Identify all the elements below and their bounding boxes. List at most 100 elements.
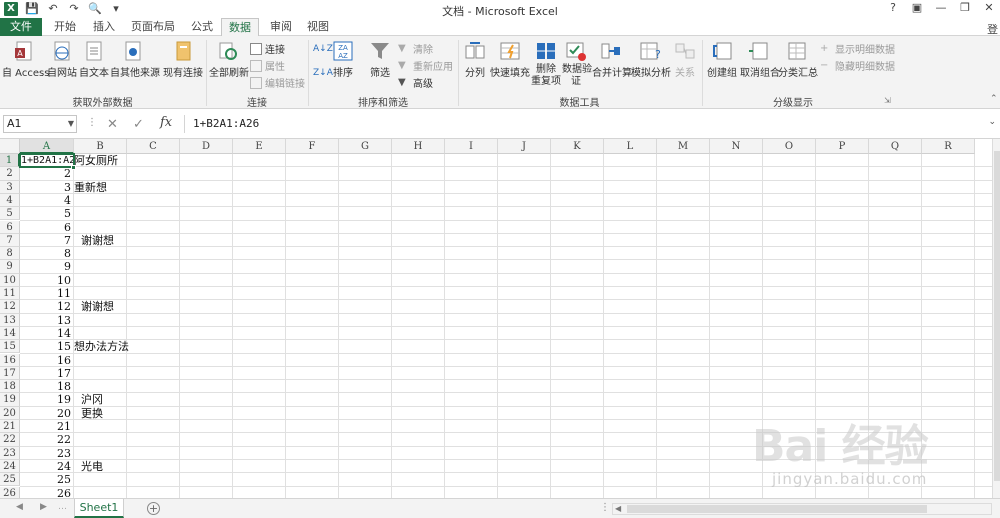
column-header-c[interactable]: C bbox=[127, 139, 180, 154]
close-icon[interactable]: ✕ bbox=[982, 1, 996, 14]
formula-input[interactable]: 1+B2A1:A26 bbox=[184, 115, 988, 133]
column-header-o[interactable]: O bbox=[763, 139, 816, 154]
cell-a22[interactable]: 22 bbox=[20, 433, 73, 446]
row-header-6[interactable]: 6 bbox=[0, 220, 20, 234]
row-header-9[interactable]: 9 bbox=[0, 260, 20, 274]
row-header-17[interactable]: 17 bbox=[0, 366, 20, 381]
column-header-f[interactable]: F bbox=[286, 139, 339, 154]
row-header-4[interactable]: 4 bbox=[0, 193, 20, 208]
cell-a24[interactable]: 24 bbox=[20, 460, 73, 473]
cell-a26[interactable]: 26 bbox=[20, 487, 73, 499]
cell-a1[interactable]: 1+B2A1:A26 bbox=[21, 155, 73, 167]
from-web-button[interactable]: 自网站 bbox=[47, 40, 77, 79]
row-header-26[interactable]: 26 bbox=[0, 486, 20, 498]
confirm-entry-icon[interactable]: ✓ bbox=[133, 117, 144, 132]
scroll-left-icon[interactable]: ◀ bbox=[615, 504, 621, 513]
subtotal-button[interactable]: 分类汇总 bbox=[778, 40, 818, 79]
cell-a6[interactable]: 6 bbox=[20, 221, 73, 234]
what-if-analysis-button[interactable]: ? 模拟分析 bbox=[631, 40, 671, 79]
row-header-19[interactable]: 19 bbox=[0, 393, 20, 407]
select-all-corner[interactable] bbox=[0, 139, 20, 154]
reapply-button[interactable]: ▼ 重新应用 bbox=[398, 58, 453, 74]
cell-b12[interactable]: 谢谢想 bbox=[74, 300, 114, 313]
row-header-25[interactable]: 25 bbox=[0, 473, 20, 487]
edit-links-button[interactable]: 编辑链接 bbox=[250, 75, 305, 90]
advanced-filter-button[interactable]: ▼ 高级 bbox=[398, 75, 433, 91]
cell-b24[interactable]: 光电 bbox=[74, 460, 103, 473]
hide-detail-button[interactable]: − 隐藏明细数据 bbox=[820, 58, 895, 74]
row-header-23[interactable]: 23 bbox=[0, 446, 20, 460]
cell-a25[interactable]: 25 bbox=[20, 473, 73, 486]
show-detail-button[interactable]: + 显示明细数据 bbox=[820, 41, 895, 57]
from-other-sources-button[interactable]: 自其他来源 bbox=[110, 40, 160, 79]
row-header-18[interactable]: 18 bbox=[0, 380, 20, 394]
column-header-l[interactable]: L bbox=[604, 139, 657, 154]
row-header-5[interactable]: 5 bbox=[0, 207, 20, 221]
tab-formulas[interactable]: 公式 bbox=[184, 18, 220, 36]
row-header-20[interactable]: 20 bbox=[0, 406, 20, 420]
remove-duplicates-button[interactable]: 删除 重复项 bbox=[531, 40, 561, 88]
row-header-7[interactable]: 7 bbox=[0, 233, 20, 248]
ungroup-button[interactable]: 取消组合 bbox=[740, 40, 780, 79]
refresh-all-button[interactable]: 全部刷新 bbox=[209, 40, 249, 79]
text-to-columns-button[interactable]: 分列 bbox=[462, 40, 488, 79]
cell-a8[interactable]: 8 bbox=[20, 247, 73, 260]
connections-button[interactable]: 连接 bbox=[250, 41, 285, 56]
sort-asc-button[interactable]: A↓Z bbox=[313, 44, 333, 54]
help-icon[interactable]: ? bbox=[886, 1, 900, 14]
row-header-24[interactable]: 24 bbox=[0, 459, 20, 474]
cell-a15[interactable]: 15 bbox=[20, 340, 73, 353]
cell-b19[interactable]: 沪冈 bbox=[74, 393, 103, 406]
cell-a20[interactable]: 20 bbox=[20, 407, 73, 420]
prev-sheet-icon[interactable]: ◀ bbox=[16, 502, 23, 512]
add-sheet-icon[interactable]: + bbox=[147, 502, 160, 515]
sort-button[interactable]: ZA AZ 排序 bbox=[332, 40, 354, 79]
row-header-13[interactable]: 13 bbox=[0, 313, 20, 327]
restore-icon[interactable]: ❐ bbox=[958, 1, 972, 14]
tab-page-layout[interactable]: 页面布局 bbox=[126, 18, 180, 36]
column-header-k[interactable]: K bbox=[551, 139, 604, 154]
cell-b7[interactable]: 谢谢想 bbox=[74, 234, 114, 247]
cell-a16[interactable]: 16 bbox=[20, 354, 73, 367]
column-header-m[interactable]: M bbox=[657, 139, 710, 154]
column-header-p[interactable]: P bbox=[816, 139, 869, 154]
row-header-3[interactable]: 3 bbox=[0, 180, 20, 194]
column-header-r[interactable]: R bbox=[922, 139, 975, 154]
row-header-10[interactable]: 10 bbox=[0, 273, 20, 287]
tab-file[interactable]: 文件 bbox=[0, 18, 42, 36]
cell-b20[interactable]: 更换 bbox=[74, 407, 103, 420]
cell-a11[interactable]: 11 bbox=[20, 287, 73, 300]
cell-a2[interactable]: 2 bbox=[20, 167, 73, 180]
column-header-a[interactable]: A bbox=[20, 139, 74, 154]
tab-data[interactable]: 数据 bbox=[221, 18, 259, 37]
existing-connections-button[interactable]: 现有连接 bbox=[163, 40, 203, 79]
cell-a21[interactable]: 21 bbox=[20, 420, 73, 433]
row-header-16[interactable]: 16 bbox=[0, 353, 20, 367]
tab-insert[interactable]: 插入 bbox=[86, 18, 122, 36]
flash-fill-button[interactable]: 快速填充 bbox=[490, 40, 530, 79]
cancel-entry-icon[interactable]: ✕ bbox=[107, 117, 118, 132]
column-header-d[interactable]: D bbox=[180, 139, 233, 154]
cell-a19[interactable]: 19 bbox=[20, 393, 73, 406]
column-header-n[interactable]: N bbox=[710, 139, 763, 154]
column-header-b[interactable]: B bbox=[74, 139, 127, 154]
cell-a18[interactable]: 18 bbox=[20, 380, 73, 393]
column-header-e[interactable]: E bbox=[233, 139, 286, 154]
cell-a12[interactable]: 12 bbox=[20, 300, 73, 313]
name-box[interactable]: A1 ▼ bbox=[3, 115, 77, 133]
cell-a5[interactable]: 5 bbox=[20, 207, 73, 220]
cell-a23[interactable]: 23 bbox=[20, 447, 73, 460]
row-header-12[interactable]: 12 bbox=[0, 300, 20, 314]
cell-a4[interactable]: 4 bbox=[20, 194, 73, 207]
data-validation-button[interactable]: 数据验证 bbox=[562, 40, 592, 88]
row-header-1[interactable]: 1 bbox=[0, 154, 20, 168]
cell-a13[interactable]: 13 bbox=[20, 314, 73, 327]
cell-b15[interactable]: 想办法方法 bbox=[74, 340, 129, 353]
ribbon-display-icon[interactable]: ▣ bbox=[910, 1, 924, 14]
row-header-14[interactable]: 14 bbox=[0, 326, 20, 341]
name-box-dropdown-icon[interactable]: ▼ bbox=[68, 116, 74, 132]
sign-in-link[interactable]: 登 bbox=[987, 21, 998, 37]
clear-filter-button[interactable]: ▼ 清除 bbox=[398, 41, 433, 57]
more-sheets-icon[interactable]: … bbox=[58, 502, 67, 512]
row-header-22[interactable]: 22 bbox=[0, 433, 20, 447]
